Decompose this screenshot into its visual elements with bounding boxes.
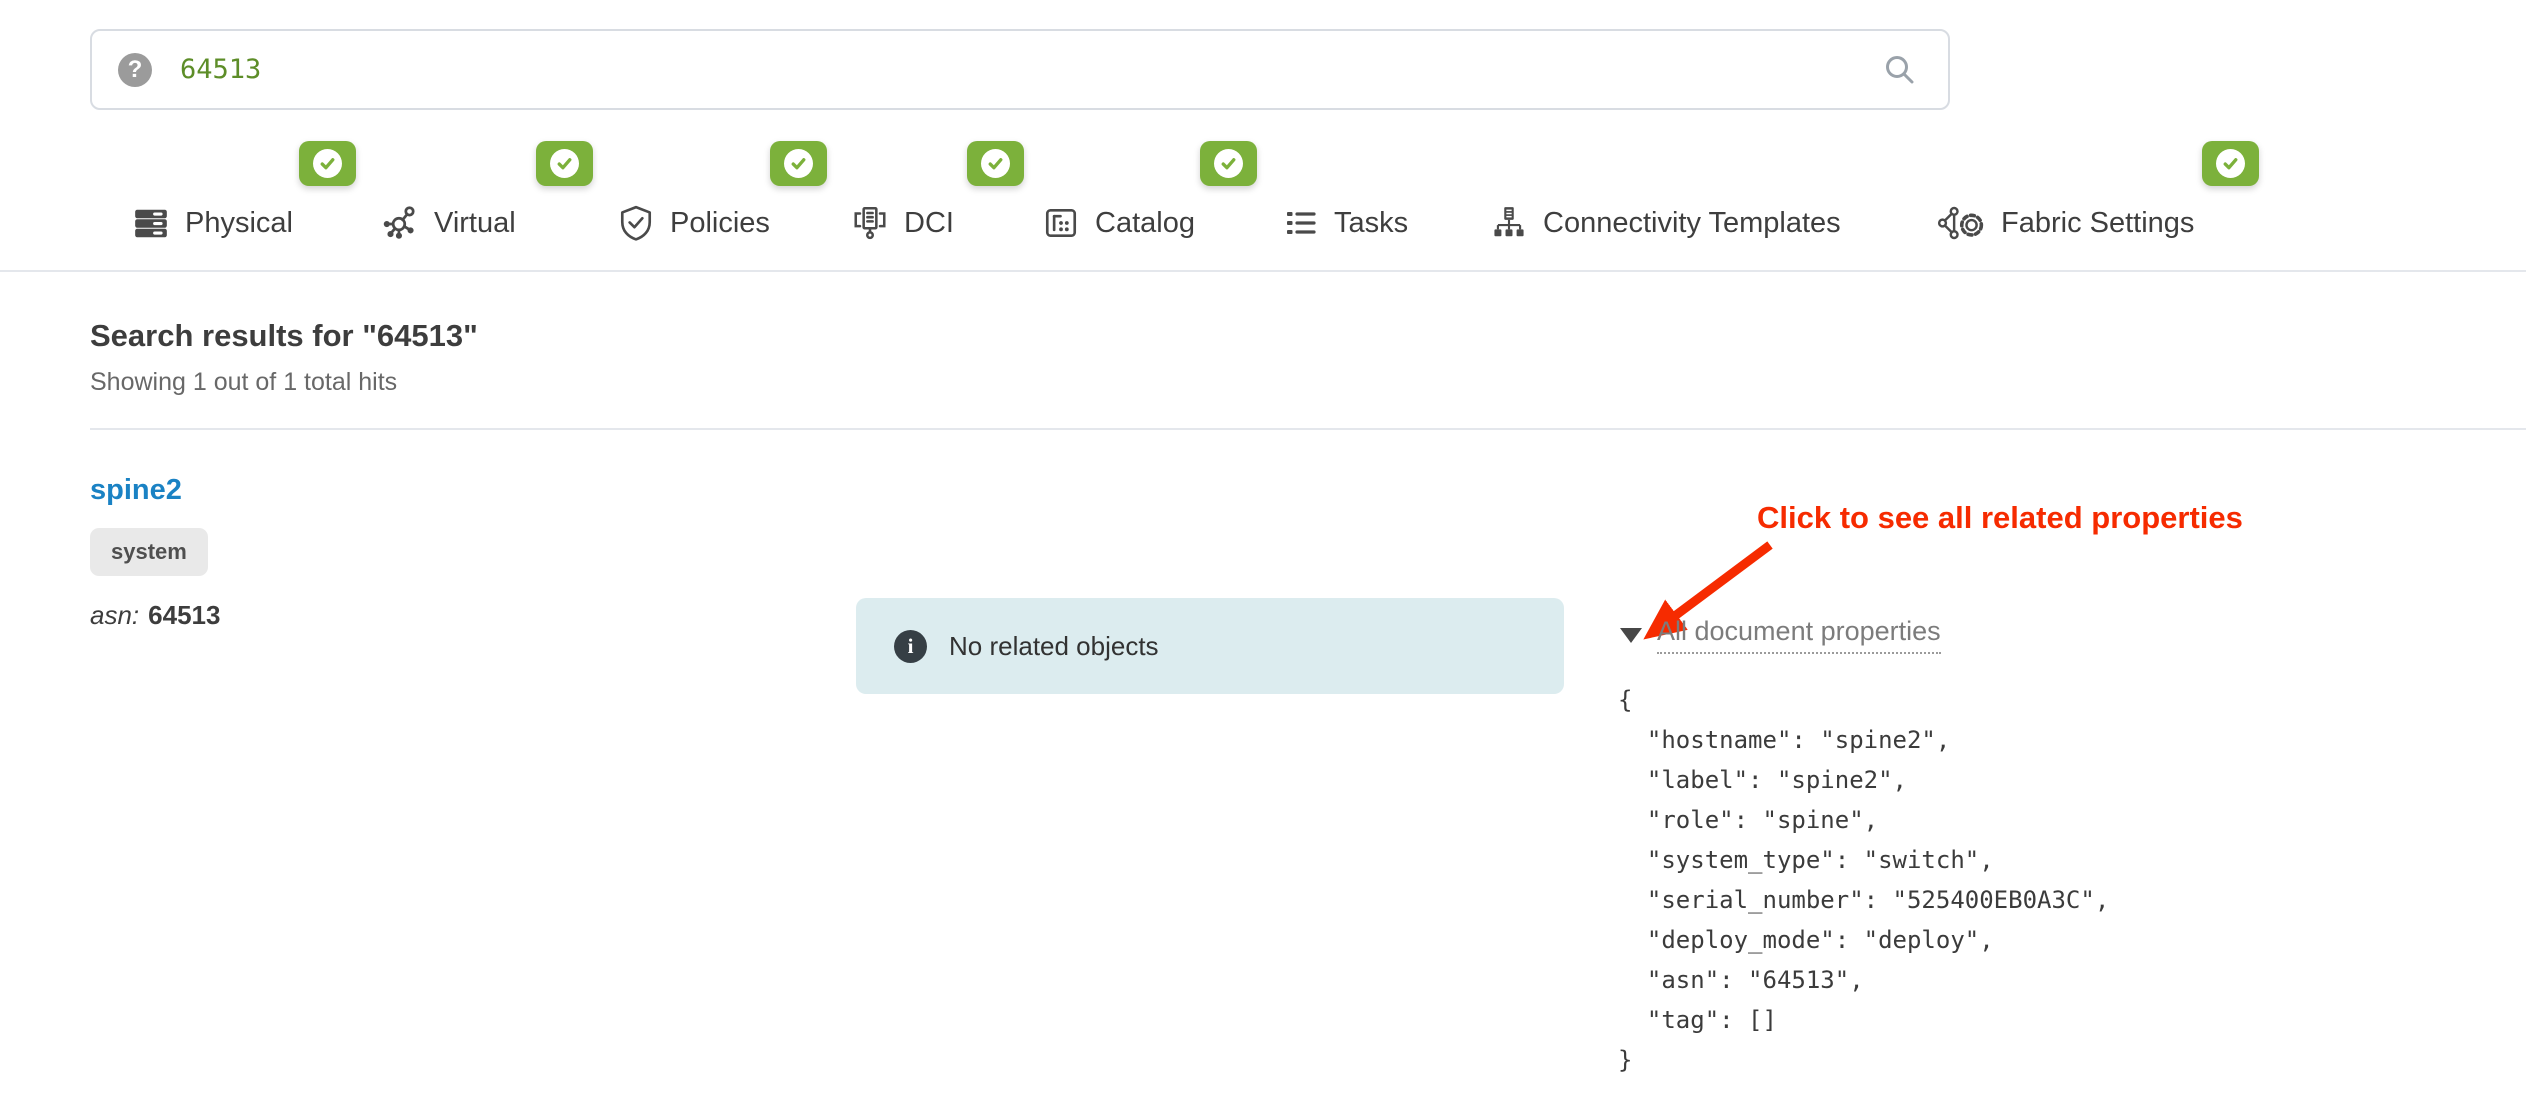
nav-badge-catalog[interactable] [1200, 141, 1257, 186]
rack-icon [132, 204, 170, 242]
catalog-list-icon [1042, 204, 1080, 242]
search-input[interactable] [180, 54, 1882, 85]
page-title: Search results for "64513" [90, 318, 478, 354]
results-count: Showing 1 out of 1 total hits [90, 368, 397, 397]
search-icon[interactable] [1882, 52, 1918, 88]
all-document-properties-toggle[interactable]: All document properties [1620, 616, 1941, 654]
nav-item-label: Virtual [434, 207, 516, 240]
nav-item-label: Policies [670, 207, 770, 240]
result-link-spine2[interactable]: spine2 [90, 474, 182, 507]
network-hub-icon [381, 204, 419, 242]
check-icon [2216, 149, 2245, 178]
all-document-properties-label[interactable]: All document properties [1657, 616, 1941, 654]
results-divider [90, 428, 2526, 430]
data-center-icon [851, 204, 889, 242]
nav-item-virtual[interactable]: Virtual [381, 198, 516, 248]
nav-item-catalog[interactable]: Catalog [1042, 198, 1195, 248]
annotation-label: Click to see all related properties [1757, 500, 2243, 536]
task-list-icon [1283, 205, 1319, 241]
nav-item-tasks[interactable]: Tasks [1283, 198, 1408, 248]
nav-item-label: Physical [185, 207, 293, 240]
check-icon [981, 149, 1010, 178]
hierarchy-icon [1490, 204, 1528, 242]
nav-item-label: Fabric Settings [2001, 207, 2194, 240]
search-bar: ? [90, 29, 1950, 110]
nav-item-label: Connectivity Templates [1543, 207, 1841, 240]
nav-item-label: DCI [904, 207, 954, 240]
chevron-down-icon[interactable] [1620, 628, 1642, 643]
document-properties-json: { "hostname": "spine2", "label": "spine2… [1618, 680, 2109, 1080]
fabric-gear-icon [1936, 204, 1986, 242]
nav-badge-fabric-settings[interactable] [2202, 141, 2259, 186]
nav-badge-virtual[interactable] [536, 141, 593, 186]
nav-badge-policies[interactable] [770, 141, 827, 186]
check-icon [313, 149, 342, 178]
nav-item-connectivity-templates[interactable]: Connectivity Templates [1490, 198, 1841, 248]
field-value: 64513 [148, 600, 220, 630]
help-icon[interactable]: ? [118, 53, 152, 87]
search-results-page: ? [0, 0, 2526, 1100]
result-asn-field: asn: 64513 [90, 600, 220, 631]
no-related-objects-banner: i No related objects [856, 598, 1564, 694]
result-type-badge: system [90, 528, 208, 576]
nav-badge-physical[interactable] [299, 141, 356, 186]
nav-badge-dci[interactable] [967, 141, 1024, 186]
field-label: asn: [90, 600, 139, 630]
nav-item-physical[interactable]: Physical [132, 198, 293, 248]
nav-item-dci[interactable]: DCI [851, 198, 954, 248]
check-icon [1214, 149, 1243, 178]
check-icon [550, 149, 579, 178]
info-icon: i [894, 630, 927, 663]
nav-item-label: Catalog [1095, 207, 1195, 240]
nav-item-fabric-settings[interactable]: Fabric Settings [1936, 198, 2194, 248]
nav-item-label: Tasks [1334, 207, 1408, 240]
shield-check-icon [617, 204, 655, 242]
info-message: No related objects [949, 631, 1159, 662]
nav-divider [0, 270, 2526, 272]
check-icon [784, 149, 813, 178]
nav-item-policies[interactable]: Policies [617, 198, 770, 248]
